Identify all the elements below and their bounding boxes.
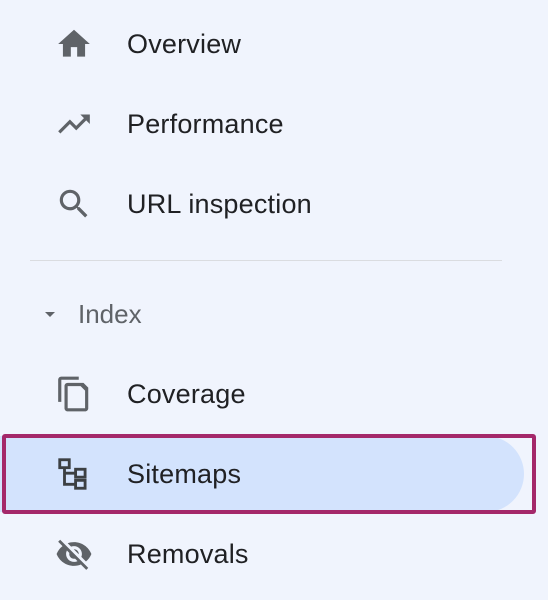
sidebar-item-label: Removals	[127, 538, 249, 569]
sidebar-nav: Overview Performance URL inspection Inde…	[0, 0, 548, 600]
sidebar-item-overview[interactable]: Overview	[0, 4, 524, 84]
trending-up-icon	[54, 104, 94, 144]
caret-down-icon	[38, 302, 62, 326]
copy-pages-icon	[54, 374, 94, 414]
sidebar-item-coverage[interactable]: Coverage	[0, 354, 524, 434]
sidebar-item-label: Performance	[127, 108, 284, 139]
sidebar-item-label: Sitemaps	[127, 458, 242, 489]
section-label: Index	[78, 298, 142, 329]
section-divider	[30, 260, 502, 261]
home-icon	[54, 24, 94, 64]
sidebar-item-label: Coverage	[127, 378, 246, 409]
sidebar-item-performance[interactable]: Performance	[0, 84, 524, 164]
sidebar-item-label: URL inspection	[127, 188, 312, 219]
sitemap-tree-icon	[54, 454, 94, 494]
sidebar-item-url-inspection[interactable]: URL inspection	[0, 164, 524, 244]
search-icon	[54, 184, 94, 224]
section-header-index[interactable]: Index	[0, 284, 524, 344]
eye-off-icon	[54, 534, 94, 574]
sidebar-item-sitemaps[interactable]: Sitemaps	[0, 434, 524, 514]
sidebar-item-removals[interactable]: Removals	[0, 514, 524, 594]
sidebar-item-label: Overview	[127, 28, 242, 59]
